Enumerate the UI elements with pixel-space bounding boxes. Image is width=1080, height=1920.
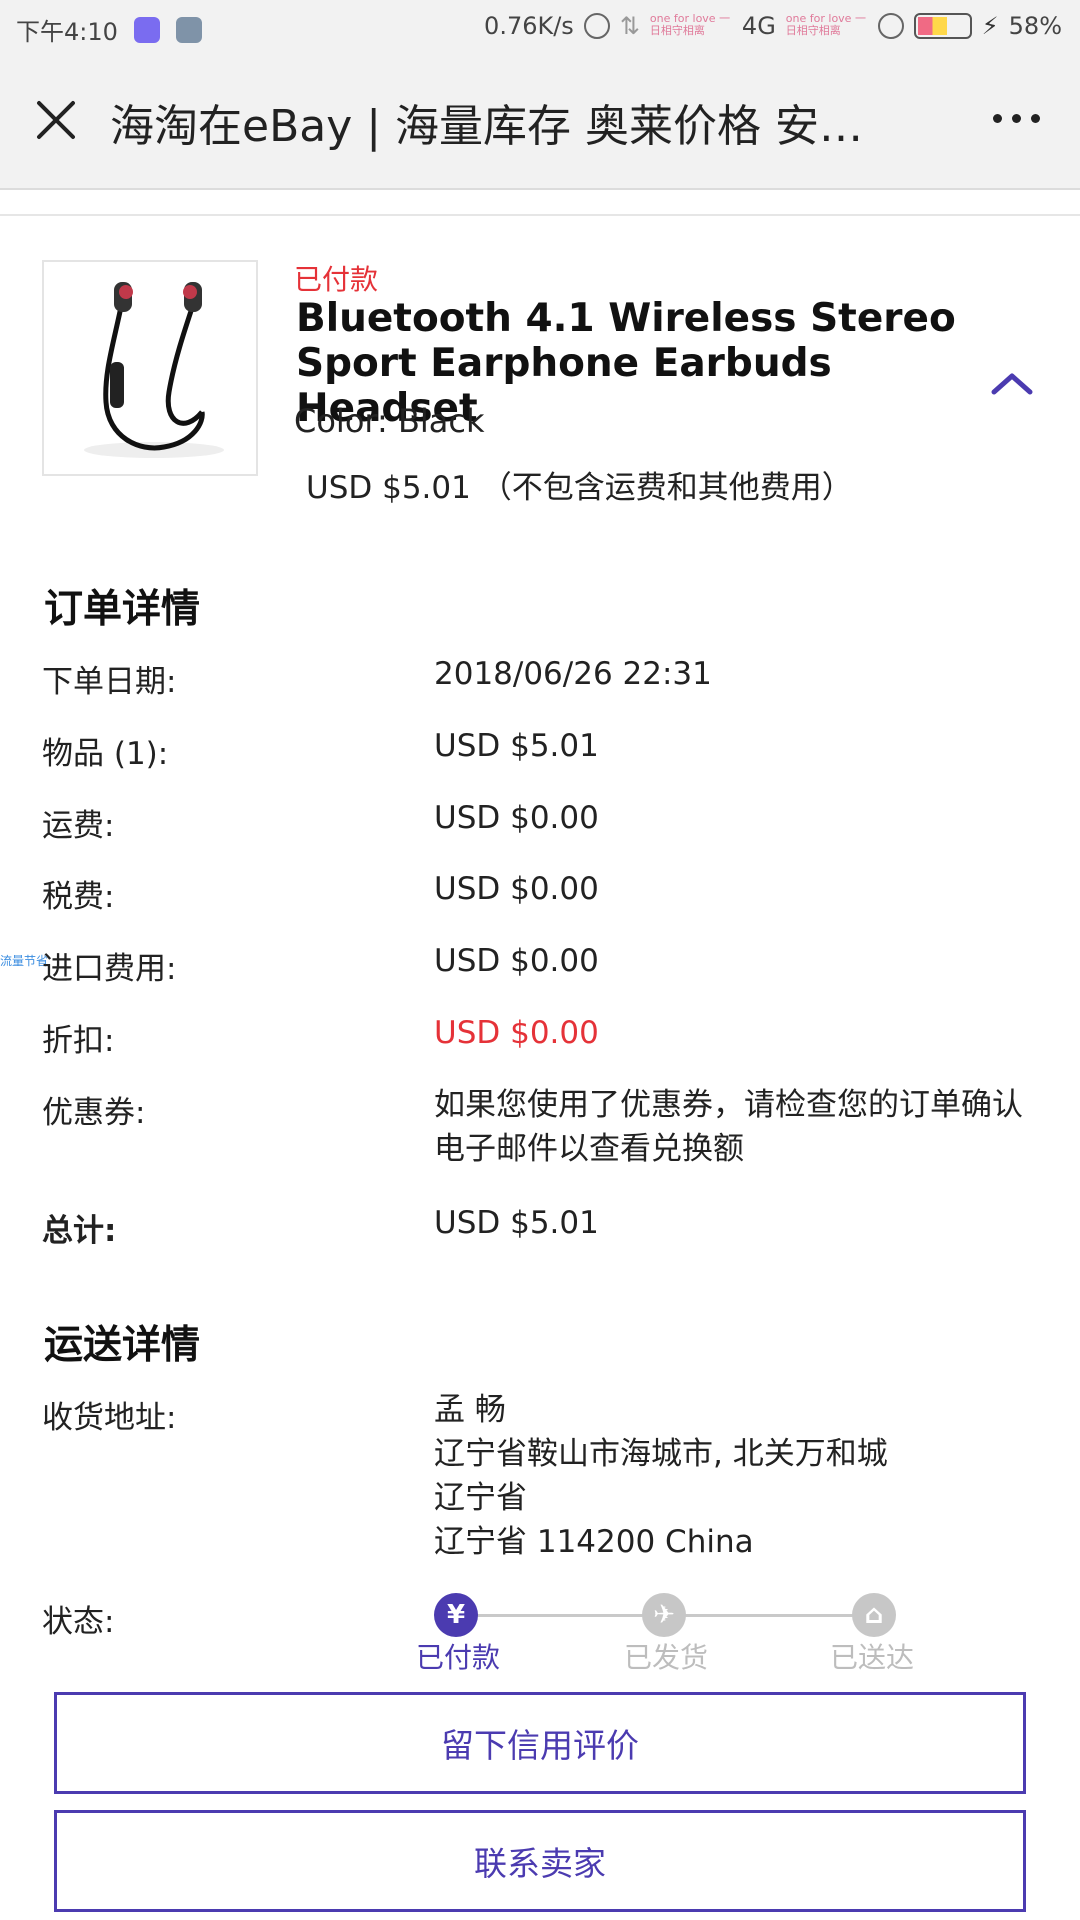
bolt-icon: ⚡ xyxy=(981,12,999,40)
shipping-fee-label: 运费: xyxy=(42,808,115,844)
leave-feedback-button[interactable]: 留下信用评价 xyxy=(54,1692,1026,1794)
home-icon: ⌂ xyxy=(852,1593,896,1637)
earphone-image-icon xyxy=(84,282,224,458)
carrier-text-2: one for love 一日相守相离 xyxy=(785,13,866,37)
contact-seller-button[interactable]: 联系卖家 xyxy=(54,1810,1026,1912)
coupon-label: 优惠券: xyxy=(42,1095,146,1131)
step-paid-label: 已付款 xyxy=(416,1641,501,1674)
page-title: 海淘在eBay | 海量库存 奥莱价格 安… xyxy=(110,101,864,152)
step-delivered-label: 已送达 xyxy=(830,1641,915,1674)
order-date-label: 下单日期: xyxy=(42,664,177,700)
shipping-details-heading: 运送详情 xyxy=(44,1323,201,1368)
total-value: USD $5.01 xyxy=(434,1205,599,1241)
plane-icon: ✈ xyxy=(642,1593,686,1637)
close-icon[interactable] xyxy=(30,94,82,146)
status-label: 状态: xyxy=(42,1604,115,1640)
product-color: Color: Black xyxy=(294,402,485,440)
step-shipped-label: 已发货 xyxy=(624,1641,709,1674)
discount-value: USD $0.00 xyxy=(434,1015,599,1051)
address-line-name: 孟 畅 xyxy=(434,1392,506,1428)
charging-icon xyxy=(877,13,904,39)
data-arrows-icon: ⇅ xyxy=(619,12,640,40)
browser-titlebar: 海淘在eBay | 海量库存 奥莱价格 安… xyxy=(0,56,1080,190)
network-type: 4G xyxy=(741,12,776,40)
product-price: USD $5.01 （不包含运费和其他费用） xyxy=(306,470,853,506)
discount-label: 折扣: xyxy=(42,1023,115,1059)
status-time: 下午4:10 xyxy=(16,18,118,46)
address-line-postal: 辽宁省 114200 China xyxy=(434,1524,754,1560)
battery-percent: 58% xyxy=(1008,12,1062,40)
carrier-text-1: one for love 一日相守相离 xyxy=(649,13,731,37)
status-bar: 下午4:10 0.76K/s ⇅ one for love 一日相守相离 4G … xyxy=(0,0,1080,56)
items-value: USD $5.01 xyxy=(434,728,599,764)
shipping-fee-value: USD $0.00 xyxy=(434,800,599,836)
address-line-street: 辽宁省鞍山市海城市, 北关万和城 xyxy=(434,1436,888,1472)
divider xyxy=(0,214,1080,216)
total-label: 总计: xyxy=(42,1213,117,1249)
data-saver-note: 流量节省 xyxy=(0,954,49,968)
alarm-icon xyxy=(583,13,610,39)
product-image[interactable] xyxy=(42,260,258,476)
order-details-heading: 订单详情 xyxy=(44,587,201,632)
address-label: 收货地址: xyxy=(42,1400,177,1436)
import-fee-label: 进口费用: xyxy=(42,951,177,987)
tax-value: USD $0.00 xyxy=(434,871,599,907)
import-fee-value: USD $0.00 xyxy=(434,943,599,979)
payment-status-tag: 已付款 xyxy=(294,263,379,296)
chevron-up-icon[interactable] xyxy=(988,368,1036,398)
address-line-province: 辽宁省 xyxy=(434,1480,527,1516)
yuan-icon: ¥ xyxy=(434,1593,478,1637)
app-notification-icon xyxy=(133,16,160,43)
network-speed: 0.76K/s xyxy=(484,12,574,40)
tax-label: 税费: xyxy=(42,879,115,915)
coupon-value: 如果您使用了优惠券，请检查您的订单确认电子邮件以查看兑换额 xyxy=(434,1087,1023,1167)
note-notification-icon xyxy=(175,16,202,43)
order-date-value: 2018/06/26 22:31 xyxy=(434,656,712,692)
battery-icon xyxy=(913,13,972,39)
items-label: 物品 (1): xyxy=(42,736,169,772)
more-options-icon[interactable] xyxy=(993,114,1040,123)
